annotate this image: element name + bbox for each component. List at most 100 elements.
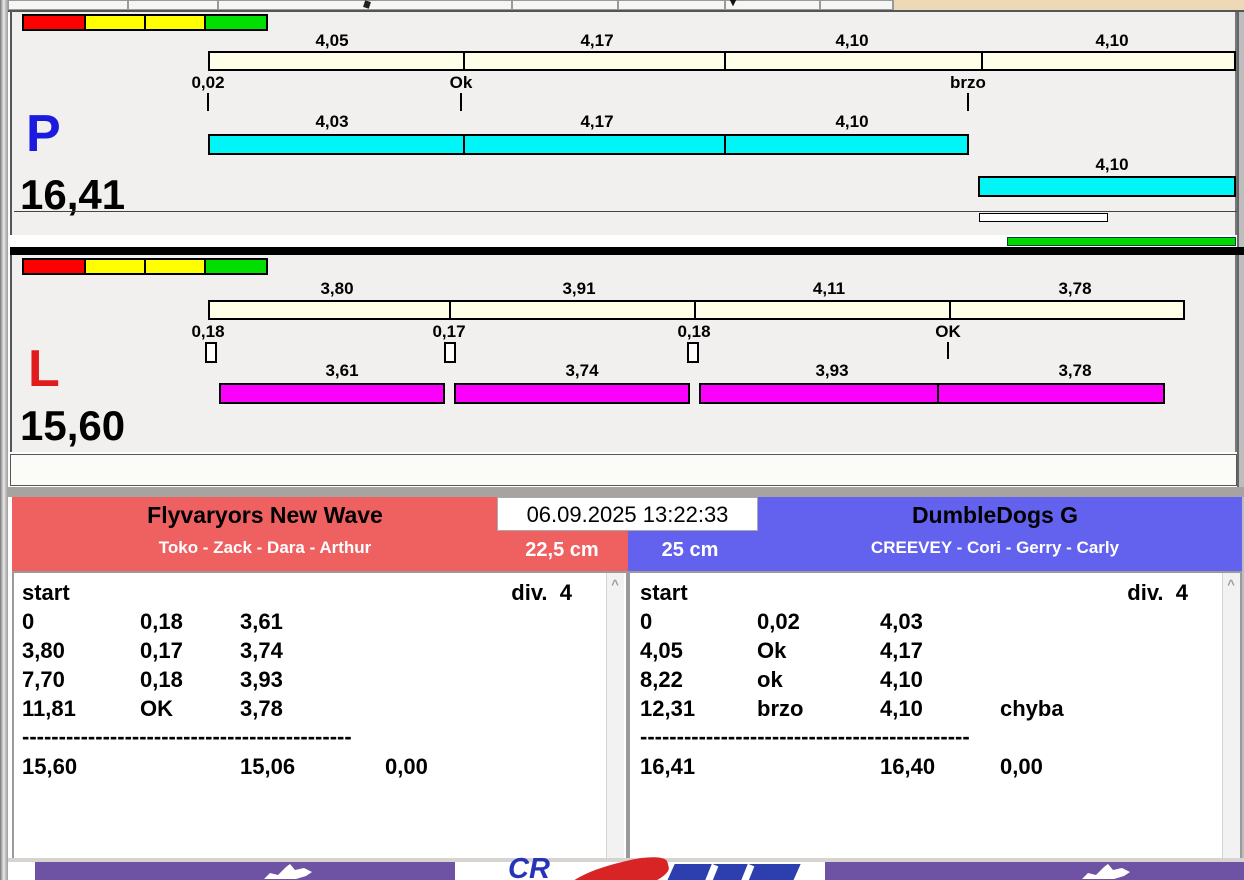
toolbar-button[interactable] bbox=[725, 0, 820, 10]
division-label: div. 4 bbox=[511, 580, 572, 605]
light-yellow bbox=[144, 258, 206, 275]
dog-bar-left bbox=[699, 383, 939, 404]
lane-letter-left: L bbox=[28, 340, 60, 398]
scroll-up-arrow[interactable]: ^ bbox=[1222, 577, 1240, 592]
chevron-down-icon[interactable]: ▾ bbox=[730, 0, 736, 9]
cell: 4,10 bbox=[880, 696, 923, 721]
split-time: 3,78 bbox=[1058, 279, 1092, 298]
cell: 3,74 bbox=[240, 638, 283, 663]
cell: 11,81 bbox=[22, 696, 76, 721]
cell: 0 bbox=[22, 609, 35, 634]
cell: 0,18 bbox=[140, 667, 183, 692]
total-clean: 16,40 bbox=[880, 754, 936, 779]
total-time: 16,41 bbox=[640, 754, 696, 779]
start-lights-left bbox=[22, 258, 268, 275]
start-lights-right bbox=[22, 14, 268, 31]
lane-panel-left: 3,80 3,91 4,11 3,78 0,18 0,17 0,18 OK 3,… bbox=[10, 255, 1237, 452]
cell: 0,02 bbox=[757, 609, 800, 634]
dog-silhouette-icon bbox=[264, 864, 312, 879]
light-red bbox=[22, 258, 86, 275]
left-window-edge bbox=[0, 0, 8, 880]
dog-time: 4,10 bbox=[835, 112, 869, 131]
pass-mark: 0,02 bbox=[191, 73, 225, 92]
split-time: 4,11 bbox=[812, 279, 846, 298]
jump-height-left: 22,5 cm bbox=[525, 539, 599, 561]
cell: Ok bbox=[757, 638, 787, 663]
pass-mark: 0,17 bbox=[432, 322, 466, 341]
light-red bbox=[22, 14, 86, 31]
team-dogs-left: Toko - Zack - Dara - Arthur bbox=[158, 538, 372, 557]
dog-time: 3,93 bbox=[815, 361, 849, 380]
team-name-right: DumbleDogs G bbox=[911, 502, 1079, 528]
box-change-indicator bbox=[444, 342, 456, 363]
cell: 4,03 bbox=[880, 609, 923, 634]
dog-bar-right-last bbox=[978, 176, 1236, 197]
toolbar-button[interactable] bbox=[128, 0, 218, 10]
cell: ok bbox=[757, 667, 783, 692]
total-penalty: 0,00 bbox=[1000, 754, 1043, 779]
results-panel-right bbox=[628, 571, 1242, 862]
pass-mark: brzo bbox=[950, 73, 986, 92]
split-time: 3,80 bbox=[320, 279, 354, 298]
results-panel-left bbox=[12, 571, 628, 862]
cell: 8,22 bbox=[640, 667, 683, 692]
cell: 3,93 bbox=[240, 667, 283, 692]
split-time: 4,10 bbox=[1095, 31, 1129, 50]
cell: 3,80 bbox=[22, 638, 65, 663]
dog-bar-left bbox=[219, 383, 445, 404]
split-bar-left bbox=[208, 300, 1185, 320]
pass-mark: 0,18 bbox=[191, 322, 225, 341]
status-strip bbox=[10, 454, 1237, 486]
cell: 0,18 bbox=[140, 609, 183, 634]
datetime-box: 06.09.2025 13:22:33 bbox=[497, 497, 758, 531]
toolbar-button[interactable] bbox=[618, 0, 725, 10]
datetime-text: 06.09.2025 13:22:33 bbox=[526, 502, 729, 527]
box-change-indicator bbox=[205, 342, 217, 363]
light-green bbox=[204, 258, 268, 275]
pass-tick bbox=[967, 93, 969, 111]
toolbar-beige-strip bbox=[893, 0, 1244, 10]
cell: 7,70 bbox=[22, 667, 65, 692]
separator-dashes: ----------------------------------------… bbox=[22, 724, 352, 749]
total-time: 15,60 bbox=[22, 754, 78, 779]
panel-divider-line bbox=[14, 211, 1237, 212]
jump-height-right: 25 cm bbox=[661, 539, 719, 561]
scrollbar[interactable] bbox=[1222, 573, 1240, 860]
light-yellow bbox=[84, 14, 146, 31]
dog-time: 3,74 bbox=[565, 361, 599, 380]
toolbar-button[interactable] bbox=[8, 0, 128, 10]
lane-panel-right: 4,05 4,17 4,10 4,10 0,02 Ok brzo 4,03 4,… bbox=[10, 12, 1237, 235]
team-name-left: Flyvaryors New Wave bbox=[147, 502, 383, 528]
dog-time: 4,03 bbox=[315, 112, 349, 131]
dog-time: 3,78 bbox=[1058, 361, 1092, 380]
cell: 0 bbox=[640, 609, 653, 634]
pass-mark: OK bbox=[935, 322, 961, 341]
division-label: div. 4 bbox=[1127, 580, 1188, 605]
box-indicator-bar bbox=[979, 213, 1108, 222]
pass-tick bbox=[460, 93, 462, 111]
pass-tick bbox=[947, 342, 949, 359]
total-clean: 15,06 bbox=[240, 754, 296, 779]
pass-mark: 0,18 bbox=[677, 322, 711, 341]
flyball-timing-app: ▾ 4,05 4,17 4,10 4,10 0,02 Ok brzo 4,03 … bbox=[0, 0, 1244, 880]
toolbar-button[interactable] bbox=[512, 0, 618, 10]
dog-time: 4,10 bbox=[1095, 155, 1129, 174]
cr-logo-blue-shape bbox=[661, 864, 801, 880]
split-time: 4,17 bbox=[580, 31, 614, 50]
banner-purple-left bbox=[35, 862, 455, 880]
lane-letter-right: P bbox=[26, 105, 61, 163]
team-dogs-right: CREEVEY - Cori - Gerry - Carly bbox=[870, 538, 1120, 557]
start-label: start bbox=[22, 580, 70, 605]
separator-dashes: ----------------------------------------… bbox=[640, 724, 970, 749]
toolbar-button[interactable] bbox=[820, 0, 893, 10]
pass-mark: Ok bbox=[449, 73, 473, 92]
section-gap bbox=[8, 487, 1244, 497]
split-time: 3,91 bbox=[562, 279, 596, 298]
lane-divider-black bbox=[10, 247, 1244, 255]
banner-purple-right bbox=[825, 862, 1244, 880]
scrollbar[interactable] bbox=[606, 573, 624, 860]
scroll-up-arrow[interactable]: ^ bbox=[606, 577, 624, 592]
cell: brzo bbox=[757, 696, 804, 721]
dog-silhouette-icon bbox=[1082, 864, 1130, 879]
total-penalty: 0,00 bbox=[385, 754, 428, 779]
